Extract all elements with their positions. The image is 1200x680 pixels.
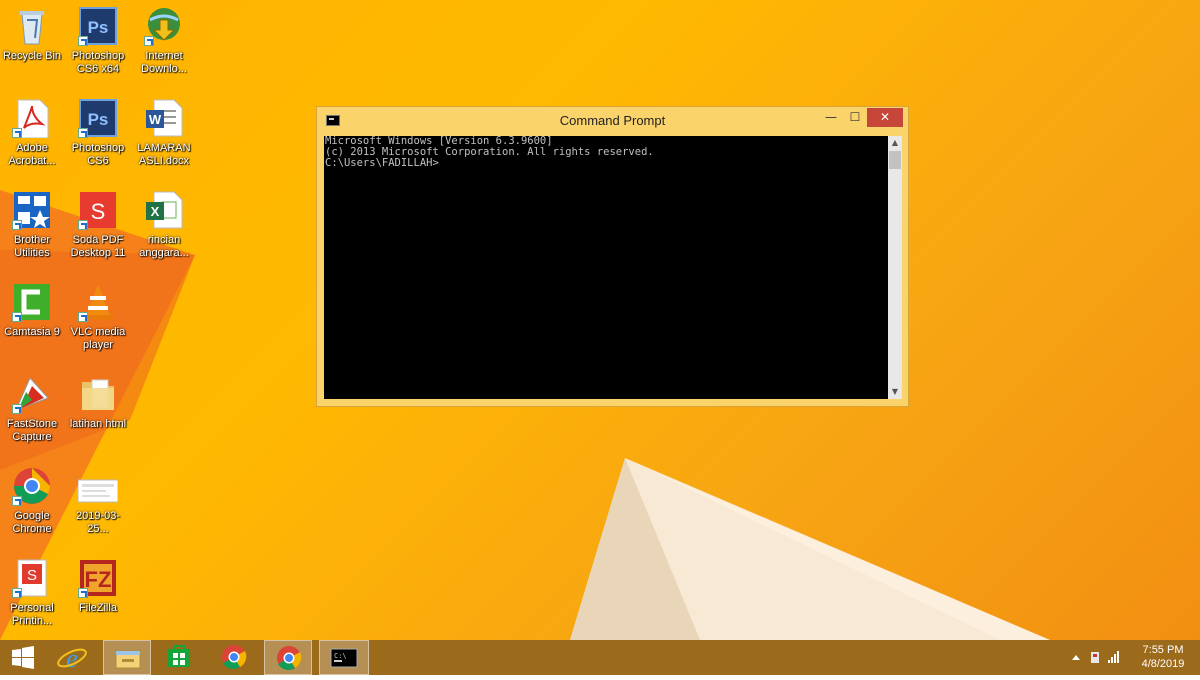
icon-label: Soda PDF Desktop 11 [70,234,126,259]
chrome-icon [222,645,247,669]
desktop-icon-faststone-capture[interactable]: FastStone Capture [0,372,64,444]
close-button[interactable]: ✕ [867,108,903,127]
taskbar-store[interactable] [155,640,203,675]
desktop-icon-rincian-anggaran[interactable]: X rincian anggara... [132,188,196,260]
taskbar-file-explorer[interactable] [103,640,151,675]
desktop-icon-photoshop-cs6-x64[interactable]: Ps Photoshop CS6 x64 [66,4,130,76]
clock[interactable]: 7:55 PM 4/8/2019 [1128,643,1198,671]
icon-label: FastStone Capture [6,418,58,443]
vertical-scrollbar[interactable]: ▲ ▼ [888,136,902,399]
tray-icons [1072,651,1119,663]
chrome-icon [12,466,52,506]
icon-label: Camtasia 9 [4,326,60,338]
console-prompt: C:\Users\FADILLAH> [325,157,439,169]
photoshop-icon: Ps [78,98,118,138]
start-icon [12,646,34,669]
svg-text:S: S [27,567,37,584]
desktop-icon-soda-pdf[interactable]: S Soda PDF Desktop 11 [66,188,130,260]
desktop-icon-adobe-acrobat[interactable]: Adobe Acrobat... [0,96,64,168]
faststone-icon [12,374,52,414]
desktop-icon-internet-download-manager[interactable]: Internet Downlo... [132,4,196,76]
icon-label: 2019-03-25... [75,510,121,535]
image-file-icon [77,466,119,506]
scroll-down-button[interactable]: ▼ [888,385,902,399]
command-prompt-window[interactable]: Command Prompt — ☐ ✕ Microsoft Windows [… [316,106,909,407]
start-button[interactable] [0,640,48,675]
taskbar: e C:\ 7:55 PM 4/8/2019 [0,640,1200,675]
vlc-icon [78,282,118,322]
icon-label: Photoshop CS6 [71,142,125,167]
svg-text:C:\: C:\ [334,652,347,660]
desktop-icon-brother-utilities[interactable]: Brother Utilities [0,188,64,260]
command-prompt-icon: C:\ [330,648,358,668]
scroll-thumb[interactable] [889,151,901,169]
soda-pdf-icon: S [78,190,118,230]
desktop-icon-latihan-html[interactable]: latihan html [66,372,130,431]
store-icon [168,645,190,667]
icon-label: Personal Printin... [10,602,54,627]
icon-label: LAMARAN ASLI.docx [137,142,191,167]
icon-label: Google Chrome [12,510,52,535]
icon-label: FileZilla [79,602,117,614]
photoshop-icon: Ps [78,6,118,46]
system-tray [1066,640,1126,675]
desktop-icon-google-chrome[interactable]: Google Chrome [0,464,64,536]
icon-label: rincian anggara... [139,234,189,259]
icon-label: Brother Utilities [13,234,51,259]
desktop-icon-personal-printing[interactable]: S Personal Printin... [0,556,64,628]
minimize-button[interactable]: — [819,108,843,127]
folder-icon [78,374,118,414]
svg-text:W: W [149,112,162,127]
filezilla-icon: FZ [78,558,118,598]
console-output[interactable]: Microsoft Windows [Version 6.3.9600] (c)… [324,136,888,399]
clock-date: 4/8/2019 [1141,658,1185,670]
icon-label: latihan html [69,418,127,430]
recycle-bin-icon [12,6,52,46]
idm-icon [144,6,184,46]
icon-label: Recycle Bin [2,50,62,62]
signal-icon [1108,651,1119,663]
icon-label: Photoshop CS6 x64 [71,50,125,75]
clock-time: 7:55 PM [1142,644,1184,656]
desktop-icon-recycle-bin[interactable]: Recycle Bin [0,4,64,63]
desktop-icon-filezilla[interactable]: FZ FileZilla [66,556,130,615]
desktop-icon-camtasia[interactable]: Camtasia 9 [0,280,64,339]
svg-text:e: e [66,644,78,673]
desktop-icon-vlc[interactable]: VLC media player [66,280,130,352]
scroll-up-button[interactable]: ▲ [888,136,902,150]
word-doc-icon: W [144,98,184,138]
internet-explorer-icon: e [57,644,87,673]
camtasia-icon [12,282,52,322]
svg-text:Ps: Ps [88,18,109,37]
taskbar-command-prompt[interactable]: C:\ [319,640,369,675]
brother-utilities-icon [12,190,52,230]
show-hidden-icons-icon [1072,655,1080,660]
personal-printing-icon: S [12,558,52,598]
svg-text:Ps: Ps [88,110,109,129]
desktop-icon-lamaran-asli[interactable]: W LAMARAN ASLI.docx [132,96,196,168]
taskbar-internet-explorer[interactable]: e [48,640,96,675]
taskbar-chrome-running[interactable] [264,640,312,675]
desktop-icon-photoshop-cs6[interactable]: Ps Photoshop CS6 [66,96,130,168]
icon-label: VLC media player [70,326,126,351]
title-bar[interactable]: Command Prompt — ☐ ✕ [317,107,908,135]
svg-text:S: S [91,199,106,224]
excel-doc-icon: X [144,190,184,230]
chrome-icon [277,646,302,670]
desktop-icon-2019-03-25[interactable]: 2019-03-25... [66,464,130,536]
taskbar-chrome[interactable] [210,640,258,675]
icon-label: Internet Downlo... [141,50,187,75]
network-icon [1091,652,1099,663]
file-explorer-icon [115,650,141,669]
maximize-button[interactable]: ☐ [843,108,867,127]
desktop: Recycle Bin Adobe Acrobat... Brother Uti… [0,0,1200,640]
svg-text:X: X [151,204,160,219]
svg-text:FZ: FZ [85,567,112,592]
icon-label: Adobe Acrobat... [8,142,56,167]
acrobat-icon [12,98,52,139]
